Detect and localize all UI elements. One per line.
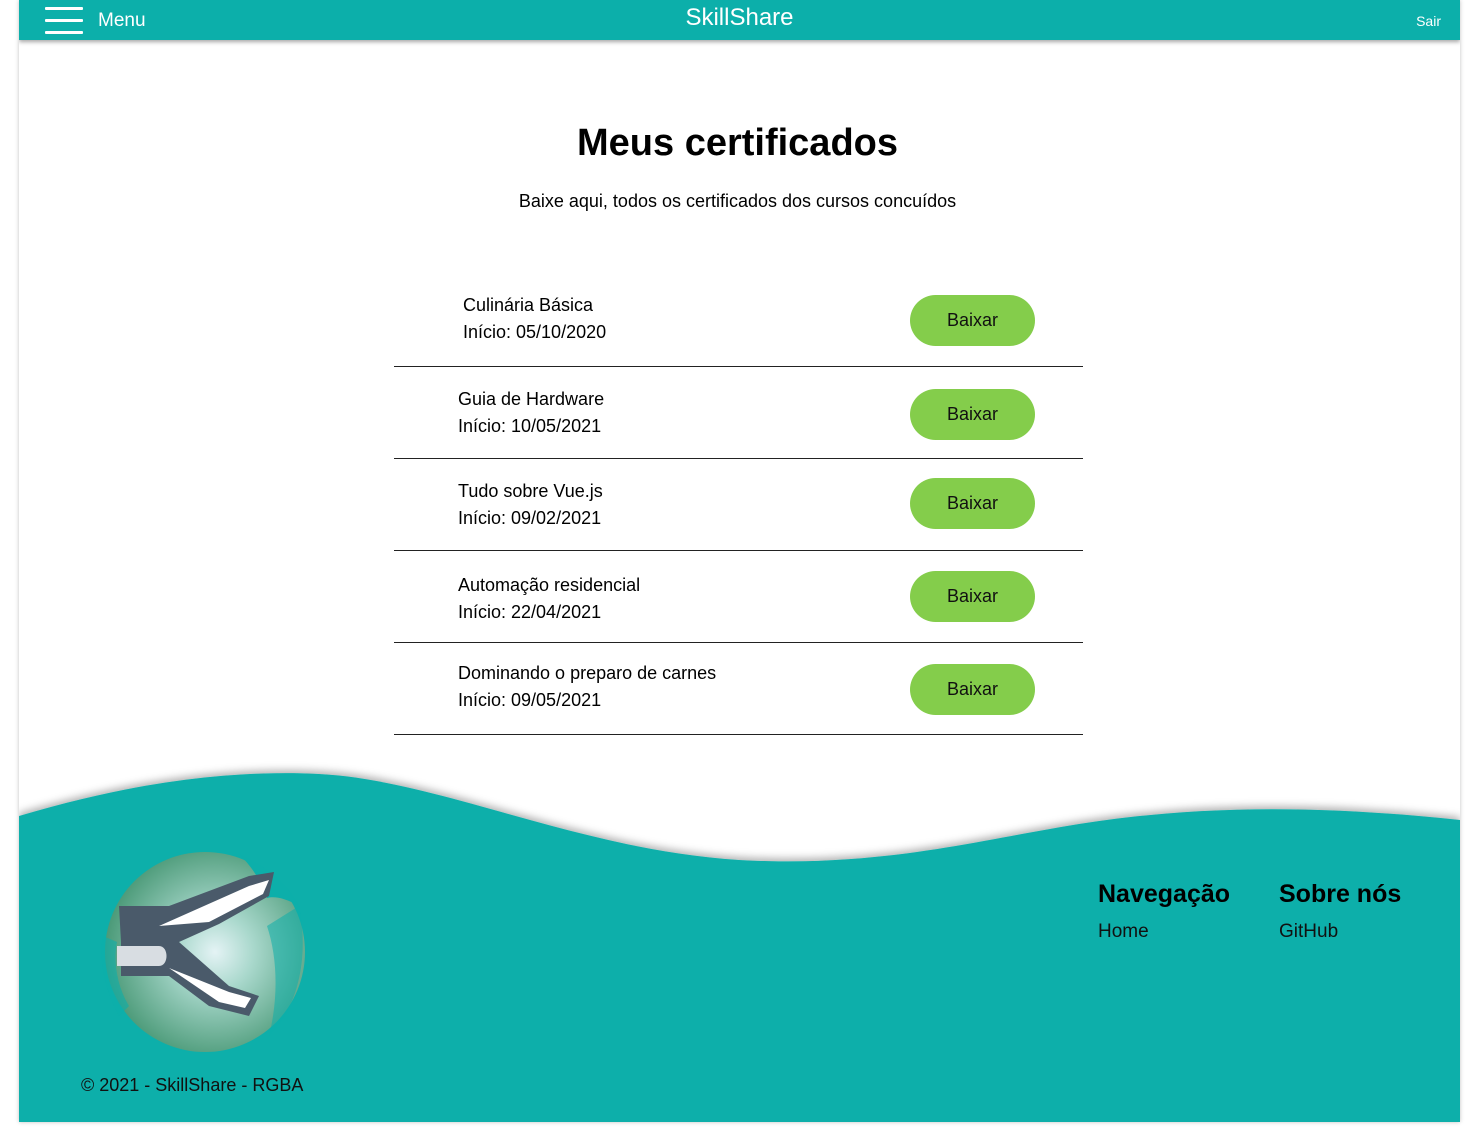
certificate-info: Automação residencial Início: 22/04/2021	[458, 572, 640, 626]
top-navbar: Menu SkillShare Sair	[19, 0, 1460, 40]
download-button[interactable]: Baixar	[910, 664, 1035, 715]
certificate-start-date: Início: 09/02/2021	[458, 508, 602, 528]
download-button[interactable]: Baixar	[910, 478, 1035, 529]
footer-link-home[interactable]: Home	[1098, 921, 1230, 943]
certificate-name: Automação residencial	[458, 575, 641, 595]
page-title: Meus certificados	[577, 122, 898, 164]
certificate-info: Culinária Básica Início: 05/10/2020	[463, 292, 606, 346]
footer-navigation: Navegação Home	[1098, 880, 1230, 943]
page-subtitle: Baixe aqui, todos os certificados dos cu…	[518, 191, 957, 211]
certificate-start-date: Início: 09/05/2021	[458, 690, 602, 710]
certificate-info: Dominando o preparo de carnes Início: 09…	[458, 660, 716, 714]
certificate-row: Culinária Básica Início: 05/10/2020 Baix…	[394, 272, 1083, 367]
download-button[interactable]: Baixar	[910, 389, 1035, 440]
certificate-name: Guia de Hardware	[458, 389, 605, 409]
certificate-row: Dominando o preparo de carnes Início: 09…	[394, 643, 1083, 735]
certificate-start-date: Início: 22/04/2021	[458, 602, 602, 622]
certificate-name: Culinária Básica	[463, 295, 594, 315]
footer-about-title: Sobre nós	[1279, 880, 1402, 908]
certificate-info: Guia de Hardware Início: 10/05/2021	[458, 386, 604, 440]
footer-about: Sobre nós GitHub	[1279, 880, 1401, 943]
footer-link-github[interactable]: GitHub	[1279, 921, 1401, 943]
certificate-name: Dominando o preparo de carnes	[458, 663, 717, 683]
certificate-info: Tudo sobre Vue.js Início: 09/02/2021	[458, 478, 603, 532]
download-button[interactable]: Baixar	[910, 295, 1035, 346]
footer-navigation-title: Navegação	[1098, 880, 1231, 908]
certificate-name: Tudo sobre Vue.js	[458, 481, 603, 501]
certificate-row: Tudo sobre Vue.js Início: 09/02/2021 Bai…	[394, 459, 1083, 551]
copyright-text: © 2021 - SkillShare - RGBA	[81, 1075, 304, 1095]
certificate-row: Guia de Hardware Início: 10/05/2021 Baix…	[394, 367, 1083, 459]
brand-title: SkillShare	[685, 4, 794, 31]
certificate-start-date: Início: 10/05/2021	[458, 416, 602, 436]
page: Menu SkillShare Sair Meus certificados B…	[19, 0, 1460, 1122]
certificate-start-date: Início: 05/10/2020	[463, 322, 607, 342]
download-button[interactable]: Baixar	[910, 571, 1035, 622]
logout-link[interactable]: Sair	[1416, 13, 1441, 29]
certificate-row: Automação residencial Início: 22/04/2021…	[394, 551, 1083, 643]
skillshare-logo	[101, 852, 305, 1052]
